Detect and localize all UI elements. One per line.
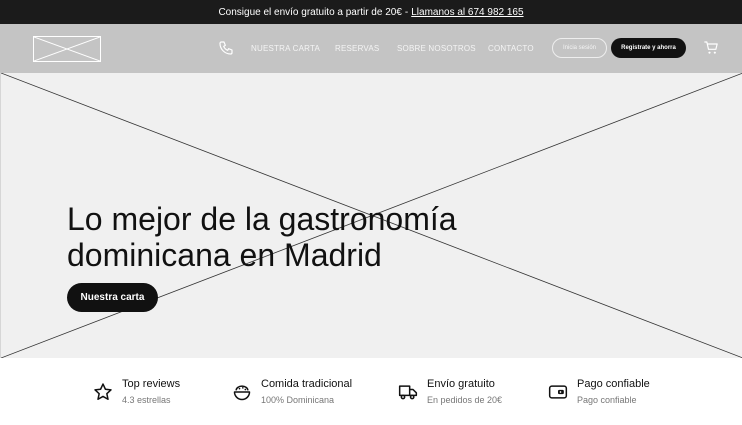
feature-subtitle: 4.3 estrellas: [122, 395, 171, 405]
hero-title: Lo mejor de la gastronomía dominicana en…: [67, 201, 457, 273]
truck-icon: [398, 385, 418, 400]
phone-link[interactable]: Llamanos al 674 982 165: [411, 7, 523, 18]
feature-subtitle: 100% Dominicana: [261, 395, 335, 405]
logo-placeholder[interactable]: [33, 36, 101, 62]
register-button[interactable]: Registrate y ahorra: [611, 38, 686, 58]
star-icon: [94, 383, 112, 400]
nav-link-reservas[interactable]: RESERVAS: [335, 44, 379, 53]
nav-link-nuestra-carta[interactable]: NUESTRA CARTA: [251, 44, 320, 53]
nav-link-sobre-nosotros[interactable]: SOBRE NOSOTROS: [397, 44, 476, 53]
hero-title-line-2: dominicana en Madrid: [67, 237, 382, 273]
logo-placeholder-icon: [34, 37, 100, 61]
feature-title: Envío gratuito: [427, 378, 495, 390]
nav-link-contacto[interactable]: CONTACTO: [488, 44, 534, 53]
announcement-bar: Consigue el envío gratuito a partir de 2…: [0, 0, 742, 24]
phone-icon[interactable]: [218, 40, 234, 56]
login-button[interactable]: Inicia sesión: [552, 38, 607, 58]
feature-subtitle: En pedidos de 20€: [427, 395, 503, 405]
cart-icon[interactable]: [703, 40, 720, 56]
features-strip: Top reviews 4.3 estrellas Comida tradici…: [0, 358, 742, 425]
wallet-icon: [548, 385, 568, 399]
our-menu-button[interactable]: Nuestra carta: [67, 283, 158, 312]
feature-title: Top reviews: [122, 378, 181, 390]
food-bowl-icon: [233, 385, 251, 401]
hero-title-line-1: Lo mejor de la gastronomía: [67, 201, 457, 237]
feature-title: Pago confiable: [577, 378, 650, 390]
hero-banner: Lo mejor de la gastronomía dominicana en…: [0, 73, 742, 358]
announcement-text: Consigue el envío gratuito a partir de 2…: [218, 6, 402, 18]
feature-subtitle: Pago confiable: [577, 395, 637, 405]
feature-title: Comida tradicional: [261, 378, 353, 390]
announcement-separator: -: [404, 6, 409, 18]
main-navigation: NUESTRA CARTA RESERVAS SOBRE NOSOTROS CO…: [0, 24, 742, 73]
